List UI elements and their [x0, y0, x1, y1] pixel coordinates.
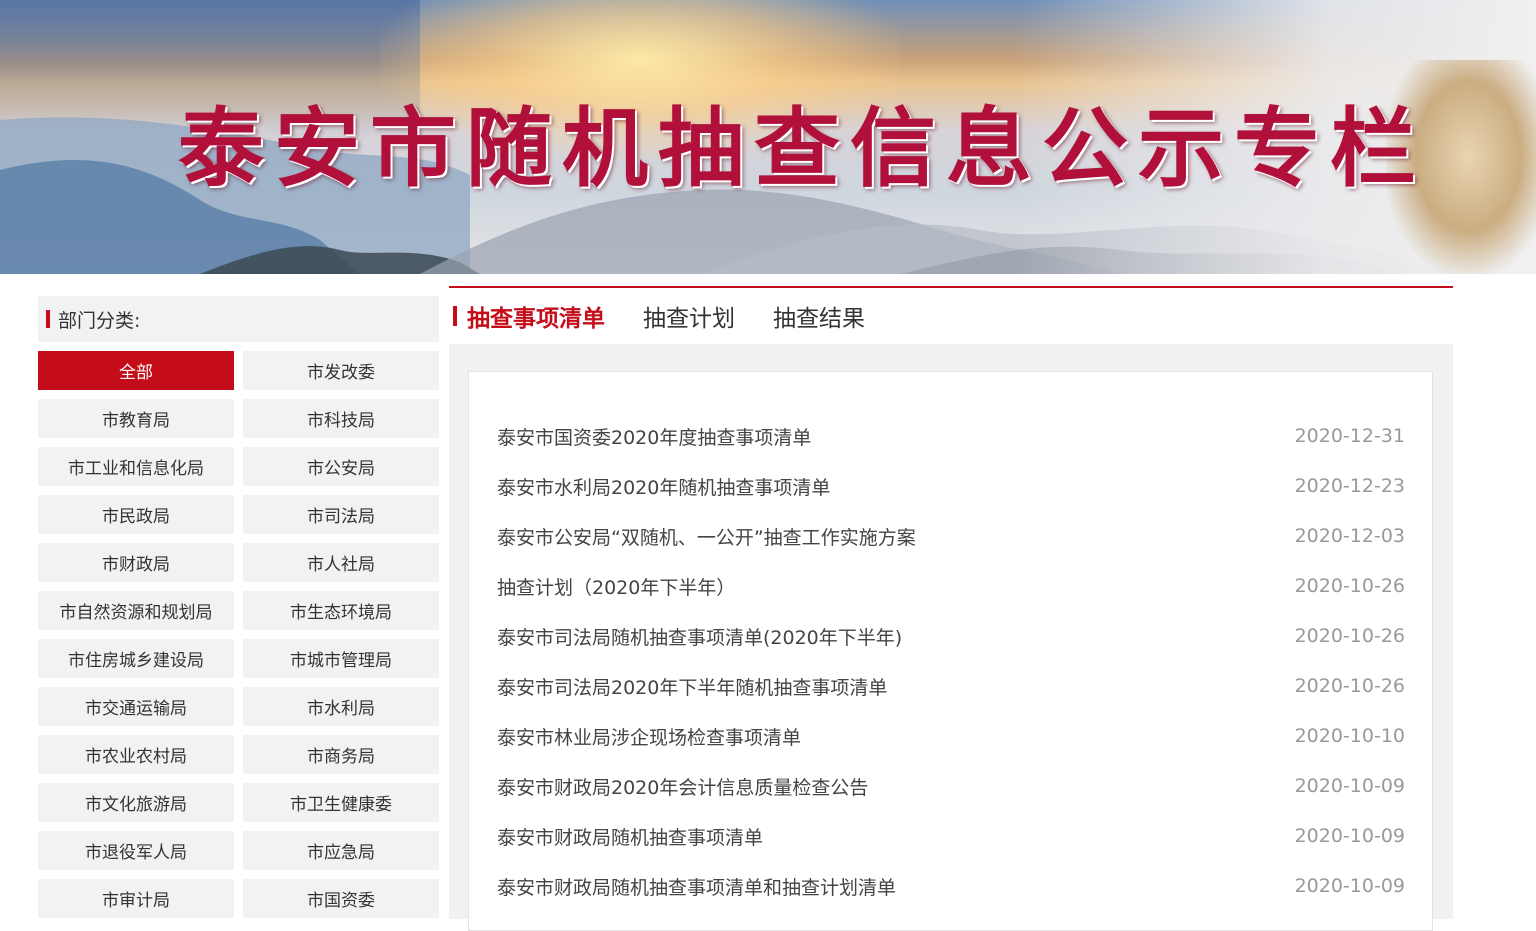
list-item-date: 2020-10-09 [1294, 775, 1405, 797]
list-item-title-link[interactable]: 泰安市财政局随机抽查事项清单 [497, 823, 763, 850]
department-button[interactable]: 市科技局 [243, 399, 439, 438]
tab-2[interactable]: 抽查结果 [773, 299, 865, 333]
department-button[interactable]: 市司法局 [243, 495, 439, 534]
department-grid: 全部 市发改委 市教育局 市科技局 市工业和信息化局 市公安局 市民政局 市司法局 市财政局 市人… [38, 351, 439, 918]
tab-label: 抽查事项清单 [467, 306, 605, 332]
list-item-title-link[interactable]: 泰安市司法局2020年下半年随机抽查事项清单 [497, 673, 887, 700]
list-item-date: 2020-10-10 [1294, 725, 1405, 747]
tab-label: 抽查计划 [643, 306, 735, 332]
department-button[interactable]: 市农业农村局 [38, 735, 234, 774]
department-button[interactable]: 市人社局 [243, 543, 439, 582]
list-item-date: 2020-12-23 [1294, 475, 1405, 497]
department-button[interactable]: 市公安局 [243, 447, 439, 486]
list-item-title-link[interactable]: 抽查计划（2020年下半年） [497, 573, 735, 600]
department-button[interactable]: 市生态环境局 [243, 591, 439, 630]
department-button[interactable]: 市教育局 [38, 399, 234, 438]
department-button[interactable]: 市城市管理局 [243, 639, 439, 678]
list-item-date: 2020-10-09 [1294, 825, 1405, 847]
tab-label: 抽查结果 [773, 306, 865, 332]
sidebar-heading: 部门分类: [58, 309, 141, 332]
tab-1[interactable]: 抽查计划 [643, 299, 735, 333]
main-content: 抽查事项清单 抽查计划 抽查结果 泰安市国资委2020年度抽查事项清单 2020-12… [449, 286, 1453, 931]
department-button[interactable]: 市自然资源和规划局 [38, 591, 234, 630]
tab-0[interactable]: 抽查事项清单 [453, 299, 605, 333]
department-button[interactable]: 市国资委 [243, 879, 439, 918]
department-button[interactable]: 市财政局 [38, 543, 234, 582]
list-item: 泰安市财政局2020年会计信息质量检查公告 2020-10-09 [469, 761, 1432, 811]
list-item-date: 2020-10-26 [1294, 675, 1405, 697]
department-button[interactable]: 市卫生健康委 [243, 783, 439, 822]
sidebar-header-marker [46, 310, 50, 328]
list-item-title-link[interactable]: 泰安市司法局随机抽查事项清单(2020年下半年) [497, 623, 902, 650]
list-item-title-link[interactable]: 泰安市水利局2020年随机抽查事项清单 [497, 473, 830, 500]
list-item: 泰安市国资委2020年度抽查事项清单 2020-12-31 [469, 411, 1432, 461]
list-item-date: 2020-10-09 [1294, 875, 1405, 897]
page-title: 泰安市随机抽查信息公示专栏 [178, 98, 1426, 199]
list-item-title-link[interactable]: 泰安市财政局随机抽查事项清单和抽查计划清单 [497, 873, 896, 900]
department-button[interactable]: 市商务局 [243, 735, 439, 774]
list-item: 泰安市司法局2020年下半年随机抽查事项清单 2020-10-26 [469, 661, 1432, 711]
list-panel: 泰安市国资委2020年度抽查事项清单 2020-12-31 泰安市水利局2020年随… [449, 344, 1453, 931]
list-item: 抽查计划（2020年下半年） 2020-10-26 [469, 561, 1432, 611]
department-button[interactable]: 市住房城乡建设局 [38, 639, 234, 678]
department-button[interactable]: 市退役军人局 [38, 831, 234, 870]
list-item-date: 2020-10-26 [1294, 575, 1405, 597]
list-item: 泰安市林业局涉企现场检查事项清单 2020-10-10 [469, 711, 1432, 761]
list-item-title-link[interactable]: 泰安市财政局2020年会计信息质量检查公告 [497, 773, 868, 800]
department-button[interactable]: 市水利局 [243, 687, 439, 726]
list-item-date: 2020-12-03 [1294, 525, 1405, 547]
tab-bar: 抽查事项清单 抽查计划 抽查结果 [449, 288, 1453, 344]
list-item-date: 2020-12-31 [1294, 425, 1405, 447]
department-button[interactable]: 市民政局 [38, 495, 234, 534]
sidebar-header: 部门分类: [38, 296, 439, 342]
department-button[interactable]: 市应急局 [243, 831, 439, 870]
department-button[interactable]: 市工业和信息化局 [38, 447, 234, 486]
department-button[interactable]: 市交通运输局 [38, 687, 234, 726]
list-item: 泰安市水利局2020年随机抽查事项清单 2020-12-23 [469, 461, 1432, 511]
list-item: 泰安市财政局随机抽查事项清单和抽查计划清单 2020-10-09 [469, 861, 1432, 911]
list-item-title-link[interactable]: 泰安市国资委2020年度抽查事项清单 [497, 423, 811, 450]
list-item-title-link[interactable]: 泰安市林业局涉企现场检查事项清单 [497, 723, 801, 750]
item-list: 泰安市国资委2020年度抽查事项清单 2020-12-31 泰安市水利局2020年随… [468, 371, 1433, 931]
active-tab-marker [453, 306, 457, 326]
department-sidebar: 部门分类: 全部 市发改委 市教育局 市科技局 市工业和信息化局 市公安局 市民政局 市司法局… [38, 296, 439, 918]
list-item: 泰安市司法局随机抽查事项清单(2020年下半年) 2020-10-26 [469, 611, 1432, 661]
header-banner: 泰安市随机抽查信息公示专栏 [0, 0, 1536, 274]
list-item-date: 2020-10-26 [1294, 625, 1405, 647]
department-button[interactable]: 市文化旅游局 [38, 783, 234, 822]
list-item: 泰安市财政局随机抽查事项清单 2020-10-09 [469, 811, 1432, 861]
department-button[interactable]: 市发改委 [243, 351, 439, 390]
list-item: 泰安市公安局“双随机、一公开”抽查工作实施方案 2020-12-03 [469, 511, 1432, 561]
department-button[interactable]: 市审计局 [38, 879, 234, 918]
list-item-title-link[interactable]: 泰安市公安局“双随机、一公开”抽查工作实施方案 [497, 523, 916, 550]
department-button[interactable]: 全部 [38, 351, 234, 390]
